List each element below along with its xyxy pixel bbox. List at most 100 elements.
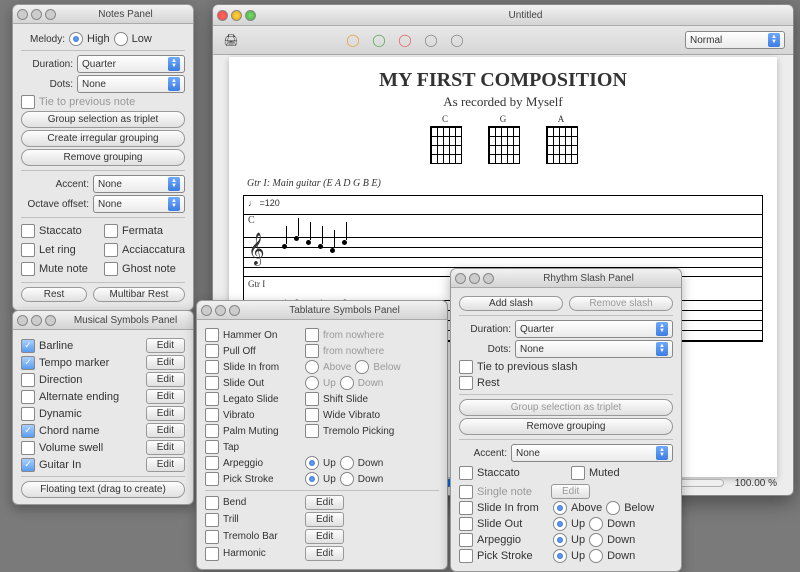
legato-checkbox[interactable] <box>205 392 219 406</box>
minimize-icon[interactable] <box>231 10 242 21</box>
bend-checkbox[interactable] <box>205 496 219 510</box>
acciaccatura-checkbox[interactable] <box>104 243 118 257</box>
zoom-icon[interactable] <box>245 10 256 21</box>
edit-button[interactable]: Edit <box>305 546 344 561</box>
tremolo-checkbox[interactable] <box>305 424 319 438</box>
symbol-checkbox[interactable] <box>21 424 35 438</box>
remove-slash-button[interactable]: Remove slash <box>569 296 673 311</box>
shift-checkbox[interactable] <box>305 392 319 406</box>
slidein-checkbox[interactable] <box>205 360 219 374</box>
down-radio[interactable] <box>589 549 603 563</box>
above-radio[interactable] <box>305 360 319 374</box>
below-radio[interactable] <box>355 360 369 374</box>
above-radio[interactable] <box>553 501 567 515</box>
up-radio[interactable] <box>305 456 319 470</box>
pulloff-checkbox[interactable] <box>205 344 219 358</box>
ghostnote-checkbox[interactable] <box>104 262 118 276</box>
down-radio[interactable] <box>589 517 603 531</box>
zoom-icon[interactable] <box>45 9 56 20</box>
duration-select[interactable]: Quarter▲▼ <box>77 55 185 73</box>
add-slash-button[interactable]: Add slash <box>459 296 563 311</box>
zoom-icon[interactable] <box>483 273 494 284</box>
up-radio[interactable] <box>305 376 319 390</box>
harmonic-checkbox[interactable] <box>205 547 219 561</box>
zoom-icon[interactable] <box>45 315 56 326</box>
edit-button[interactable]: Edit <box>146 423 185 438</box>
panel-titlebar[interactable]: Notes Panel <box>13 5 193 24</box>
slidein-checkbox[interactable] <box>459 501 473 515</box>
close-icon[interactable] <box>17 315 28 326</box>
symbol-checkbox[interactable] <box>21 390 35 404</box>
up-radio[interactable] <box>553 533 567 547</box>
melody-low-radio[interactable] <box>114 32 128 46</box>
symbol-checkbox[interactable] <box>21 356 35 370</box>
down-radio[interactable] <box>589 533 603 547</box>
minimize-icon[interactable] <box>215 305 226 316</box>
symbol-checkbox[interactable] <box>21 458 35 472</box>
edit-button[interactable]: Edit <box>146 389 185 404</box>
group-irregular-button[interactable]: Create irregular grouping <box>21 130 185 147</box>
tool-button-4[interactable]: ◯ <box>421 30 441 50</box>
widevib-checkbox[interactable] <box>305 408 319 422</box>
letring-checkbox[interactable] <box>21 243 35 257</box>
tap-checkbox[interactable] <box>205 440 219 454</box>
tool-button-3[interactable]: ◯ <box>395 30 415 50</box>
hammer-checkbox[interactable] <box>205 328 219 342</box>
tool-button-2[interactable]: ◯ <box>369 30 389 50</box>
edit-button[interactable]: Edit <box>146 440 185 455</box>
close-icon[interactable] <box>217 10 228 21</box>
panel-titlebar[interactable]: Musical Symbols Panel <box>13 311 193 330</box>
tremolobar-checkbox[interactable] <box>205 530 219 544</box>
vibrato-checkbox[interactable] <box>205 408 219 422</box>
edit-button[interactable]: Edit <box>305 495 344 510</box>
edit-button[interactable]: Edit <box>146 457 185 472</box>
edit-button[interactable]: Edit <box>551 484 590 499</box>
symbol-checkbox[interactable] <box>21 407 35 421</box>
rest-checkbox[interactable] <box>459 376 473 390</box>
remove-grouping-button[interactable]: Remove grouping <box>459 418 673 435</box>
trill-checkbox[interactable] <box>205 513 219 527</box>
fermata-checkbox[interactable] <box>104 224 118 238</box>
duration-select[interactable]: Quarter▲▼ <box>515 320 673 338</box>
minimize-icon[interactable] <box>31 315 42 326</box>
nowhere-checkbox[interactable] <box>305 344 319 358</box>
arpeggio-checkbox[interactable] <box>459 533 473 547</box>
accent-select[interactable]: None▲▼ <box>511 444 673 462</box>
palm-checkbox[interactable] <box>205 424 219 438</box>
panel-titlebar[interactable]: Rhythm Slash Panel <box>451 269 681 288</box>
up-radio[interactable] <box>553 517 567 531</box>
muted-checkbox[interactable] <box>571 466 585 480</box>
staccato-checkbox[interactable] <box>21 224 35 238</box>
dots-select[interactable]: None▲▼ <box>77 75 185 93</box>
mutenote-checkbox[interactable] <box>21 262 35 276</box>
edit-button[interactable]: Edit <box>305 529 344 544</box>
floating-text-button[interactable]: Floating text (drag to create) <box>21 481 185 498</box>
below-radio[interactable] <box>606 501 620 515</box>
edit-button[interactable]: Edit <box>146 355 185 370</box>
dots-select[interactable]: None▲▼ <box>515 340 673 358</box>
zoom-select[interactable]: Normal▲▼ <box>685 31 785 49</box>
octave-select[interactable]: None▲▼ <box>93 195 185 213</box>
down-radio[interactable] <box>340 456 354 470</box>
pickstroke-checkbox[interactable] <box>459 549 473 563</box>
down-radio[interactable] <box>340 472 354 486</box>
nowhere-checkbox[interactable] <box>305 328 319 342</box>
edit-button[interactable]: Edit <box>146 372 185 387</box>
slideout-checkbox[interactable] <box>459 517 473 531</box>
up-radio[interactable] <box>553 549 567 563</box>
symbol-checkbox[interactable] <box>21 441 35 455</box>
symbol-checkbox[interactable] <box>21 339 35 353</box>
singlenote-checkbox[interactable] <box>459 485 473 499</box>
staccato-checkbox[interactable] <box>459 466 473 480</box>
minimize-icon[interactable] <box>469 273 480 284</box>
edit-button[interactable]: Edit <box>305 512 344 527</box>
zoom-icon[interactable] <box>229 305 240 316</box>
tie-checkbox[interactable] <box>21 95 35 109</box>
pickstroke-checkbox[interactable] <box>205 472 219 486</box>
symbol-checkbox[interactable] <box>21 373 35 387</box>
tool-button-1[interactable]: ◯ <box>343 30 363 50</box>
tie-checkbox[interactable] <box>459 360 473 374</box>
close-icon[interactable] <box>17 9 28 20</box>
remove-grouping-button[interactable]: Remove grouping <box>21 149 185 166</box>
accent-select[interactable]: None▲▼ <box>93 175 185 193</box>
